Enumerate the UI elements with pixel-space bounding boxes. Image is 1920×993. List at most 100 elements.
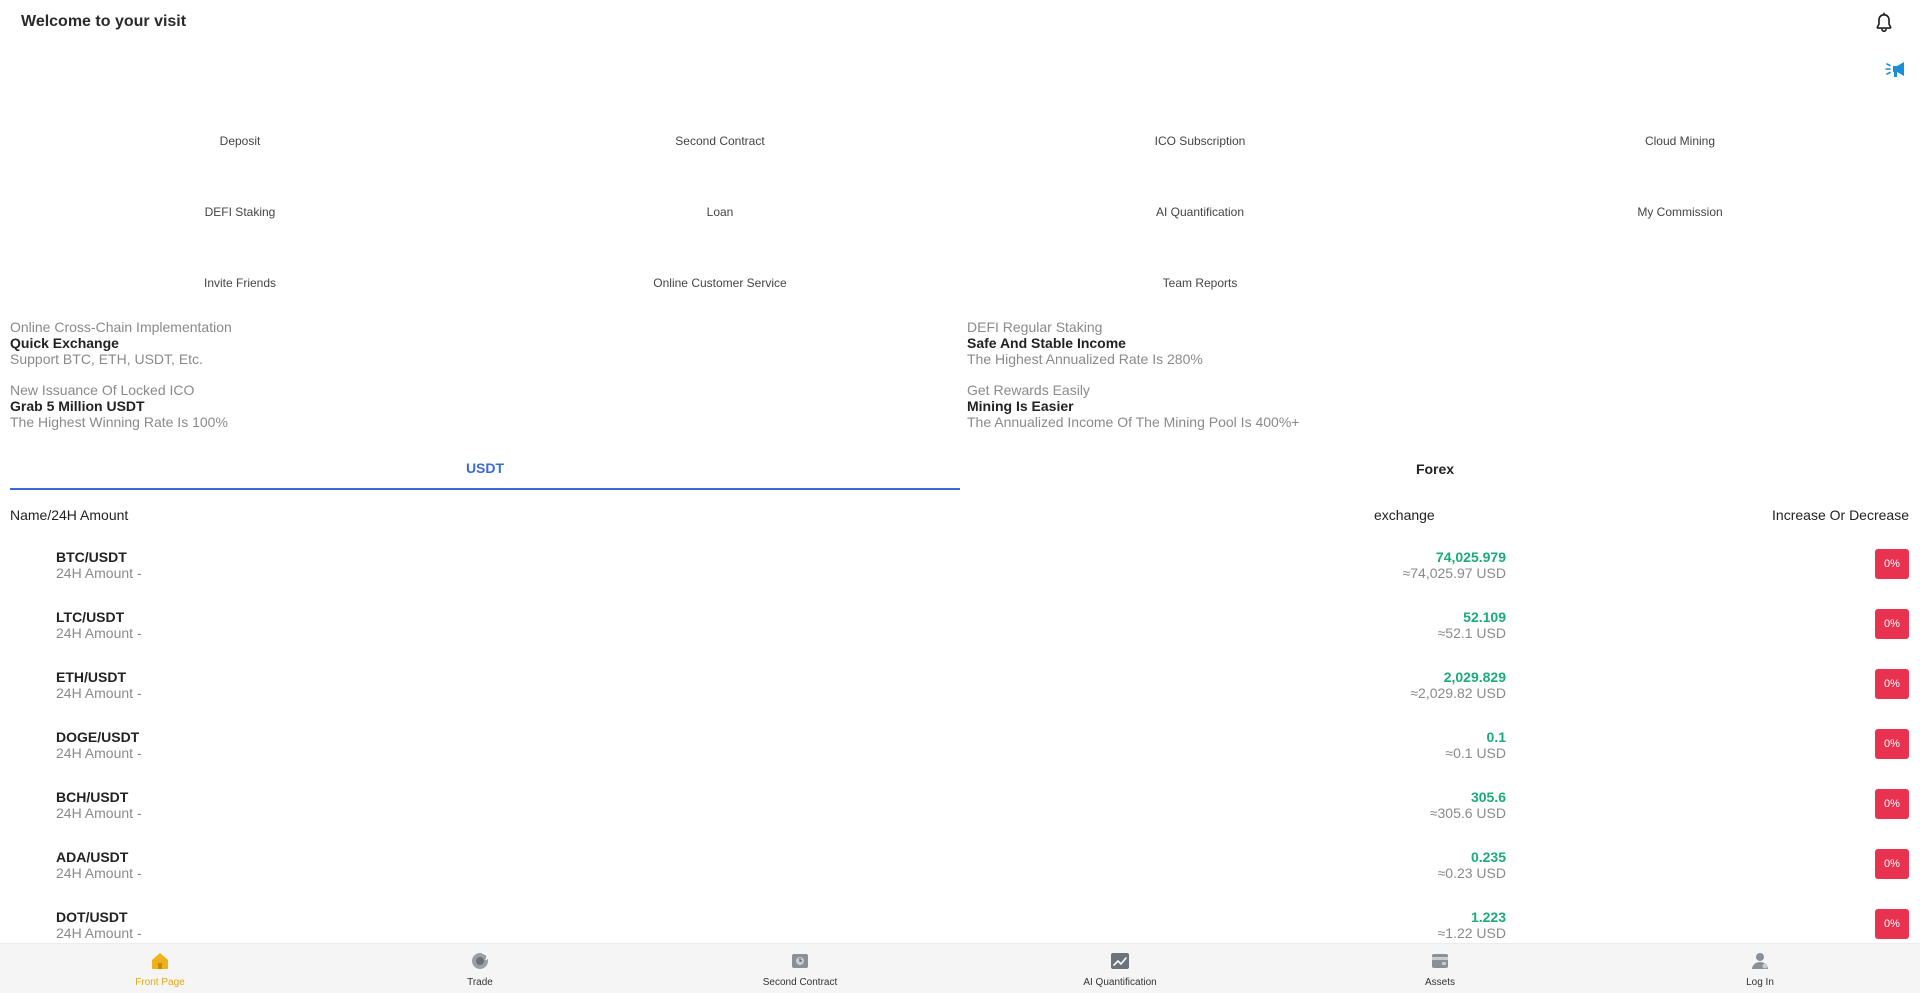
shortcut-invite-friends[interactable]: Invite Friends bbox=[0, 242, 480, 292]
usd-value: ≈2,029.82 USD bbox=[1410, 685, 1506, 701]
promo-quick-exchange[interactable]: Online Cross-Chain Implementation Quick … bbox=[10, 319, 950, 367]
shortcut-label: Loan bbox=[706, 205, 734, 219]
wallet-icon bbox=[1432, 954, 1448, 968]
promo-subtitle: Get Rewards Easily bbox=[967, 382, 1090, 398]
column-header-change: Increase Or Decrease bbox=[1772, 507, 1909, 523]
column-header-exchange: exchange bbox=[1374, 507, 1435, 523]
change-badge: 0% bbox=[1875, 729, 1909, 759]
contract-icon bbox=[792, 954, 808, 968]
shortcut-ico-subscription[interactable]: ICO Subscription bbox=[960, 100, 1440, 150]
change-badge: 0% bbox=[1875, 669, 1909, 699]
promo-mining[interactable]: Get Rewards Easily Mining Is Easier The … bbox=[967, 382, 1907, 430]
promo-description: The Highest Annualized Rate Is 280% bbox=[967, 351, 1203, 367]
shortcut-label: ICO Subscription bbox=[1154, 134, 1246, 148]
pair-name: BTC/USDT bbox=[56, 549, 127, 565]
table-header: Name/24H Amount exchange Increase Or Dec… bbox=[0, 505, 1920, 525]
shortcut-grid: Deposit Second Contract ICO Subscription… bbox=[0, 100, 1920, 310]
market-row[interactable]: LTC/USDT 24H Amount - 52.109 ≈52.1 USD 0… bbox=[0, 600, 1920, 660]
volume-24h: 24H Amount - bbox=[56, 805, 142, 821]
volume-24h: 24H Amount - bbox=[56, 745, 142, 761]
price: 0.1 bbox=[1486, 729, 1506, 745]
market-row[interactable]: ETH/USDT 24H Amount - 2,029.829 ≈2,029.8… bbox=[0, 660, 1920, 720]
nav-trade[interactable]: Trade bbox=[320, 944, 640, 993]
market-list: BTC/USDT 24H Amount - 74,025.979 ≈74,025… bbox=[0, 540, 1920, 945]
shortcut-label: Invite Friends bbox=[203, 276, 277, 290]
shortcut-label: Online Customer Service bbox=[653, 276, 787, 290]
nav-label: AI Quantification bbox=[1083, 977, 1157, 988]
shortcut-label: DEFI Staking bbox=[204, 205, 276, 219]
nav-ai-quantification[interactable]: AI Quantification bbox=[960, 944, 1280, 993]
home-icon bbox=[152, 953, 168, 969]
price: 52.109 bbox=[1463, 609, 1506, 625]
shortcut-second-contract[interactable]: Second Contract bbox=[480, 100, 960, 150]
shortcut-cloud-mining[interactable]: Cloud Mining bbox=[1440, 100, 1920, 150]
market-row[interactable]: DOT/USDT 24H Amount - 1.223 ≈1.22 USD 0% bbox=[0, 900, 1920, 945]
promo-description: The Highest Winning Rate Is 100% bbox=[10, 414, 228, 430]
shortcut-label: My Commission bbox=[1637, 205, 1723, 219]
shortcut-loan[interactable]: Loan bbox=[480, 171, 960, 221]
change-badge: 0% bbox=[1875, 789, 1909, 819]
nav-front-page[interactable]: Front Page bbox=[0, 944, 320, 993]
promo-title: Safe And Stable Income bbox=[967, 335, 1126, 351]
shortcut-online-customer-service[interactable]: Online Customer Service bbox=[480, 242, 960, 292]
pair-name: DOGE/USDT bbox=[56, 729, 140, 745]
pair-name: ADA/USDT bbox=[56, 849, 129, 865]
user-icon bbox=[1752, 953, 1768, 969]
shortcut-defi-staking[interactable]: DEFI Staking bbox=[0, 171, 480, 221]
volume-24h: 24H Amount - bbox=[56, 625, 142, 641]
volume-24h: 24H Amount - bbox=[56, 925, 142, 941]
usd-value: ≈74,025.97 USD bbox=[1402, 565, 1506, 581]
shortcut-label: Second Contract bbox=[675, 134, 765, 148]
promo-defi-staking[interactable]: DEFI Regular Staking Safe And Stable Inc… bbox=[967, 319, 1907, 367]
price: 305.6 bbox=[1470, 789, 1506, 805]
usd-value: ≈0.23 USD bbox=[1437, 865, 1506, 881]
nav-second-contract[interactable]: Second Contract bbox=[640, 944, 960, 993]
page: Welcome to your visit Deposit Second Con… bbox=[0, 0, 1920, 993]
price: 1.223 bbox=[1470, 909, 1506, 925]
tab-usdt[interactable]: USDT bbox=[10, 448, 960, 490]
nav-label: Second Contract bbox=[762, 977, 838, 988]
header: Welcome to your visit bbox=[0, 0, 1920, 45]
tab-forex[interactable]: Forex bbox=[960, 448, 1910, 490]
bell-icon[interactable] bbox=[1873, 12, 1895, 34]
shortcut-label: Team Reports bbox=[1162, 276, 1238, 290]
promo-description: The Annualized Income Of The Mining Pool… bbox=[967, 414, 1300, 430]
market-row[interactable]: BTC/USDT 24H Amount - 74,025.979 ≈74,025… bbox=[0, 540, 1920, 600]
column-header-name: Name/24H Amount bbox=[10, 507, 129, 523]
megaphone-icon[interactable] bbox=[1885, 58, 1909, 80]
market-row[interactable]: ADA/USDT 24H Amount - 0.235 ≈0.23 USD 0% bbox=[0, 840, 1920, 900]
pair-name: BCH/USDT bbox=[56, 789, 129, 805]
promo-subtitle: Online Cross-Chain Implementation bbox=[10, 319, 232, 335]
promo-ico[interactable]: New Issuance Of Locked ICO Grab 5 Millio… bbox=[10, 382, 950, 430]
nav-label: Assets bbox=[1424, 977, 1455, 988]
bottom-nav: Front Page Trade Second Contract AI Quan… bbox=[0, 943, 1920, 993]
nav-assets[interactable]: Assets bbox=[1280, 944, 1600, 993]
shortcut-deposit[interactable]: Deposit bbox=[0, 100, 480, 150]
nav-log-in[interactable]: Log In bbox=[1600, 944, 1920, 993]
price: 2,029.829 bbox=[1443, 669, 1506, 685]
price: 74,025.979 bbox=[1435, 549, 1506, 565]
pair-name: LTC/USDT bbox=[56, 609, 125, 625]
market-row[interactable]: BCH/USDT 24H Amount - 305.6 ≈305.6 USD 0… bbox=[0, 780, 1920, 840]
market-row[interactable]: DOGE/USDT 24H Amount - 0.1 ≈0.1 USD 0% bbox=[0, 720, 1920, 780]
volume-24h: 24H Amount - bbox=[56, 685, 142, 701]
shortcut-label: Deposit bbox=[219, 134, 261, 148]
shortcut-team-reports[interactable]: Team Reports bbox=[960, 242, 1440, 292]
promo-description: Support BTC, ETH, USDT, Etc. bbox=[10, 351, 203, 367]
shortcut-ai-quantification[interactable]: AI Quantification bbox=[960, 171, 1440, 221]
shortcut-label: Cloud Mining bbox=[1644, 134, 1716, 148]
nav-label: Trade bbox=[467, 977, 493, 988]
usd-value: ≈305.6 USD bbox=[1429, 805, 1506, 821]
shortcut-my-commission[interactable]: My Commission bbox=[1440, 171, 1920, 221]
change-badge: 0% bbox=[1875, 849, 1909, 879]
page-title: Welcome to your visit bbox=[21, 13, 187, 30]
shortcut-label: AI Quantification bbox=[1155, 205, 1245, 219]
pair-name: DOT/USDT bbox=[56, 909, 128, 925]
market-tabs: USDT Forex bbox=[10, 448, 1910, 490]
price: 0.235 bbox=[1470, 849, 1506, 865]
nav-label: Log In bbox=[1746, 977, 1774, 988]
trade-icon bbox=[472, 952, 489, 969]
usd-value: ≈52.1 USD bbox=[1437, 625, 1506, 641]
volume-24h: 24H Amount - bbox=[56, 565, 142, 581]
change-badge: 0% bbox=[1875, 609, 1909, 639]
